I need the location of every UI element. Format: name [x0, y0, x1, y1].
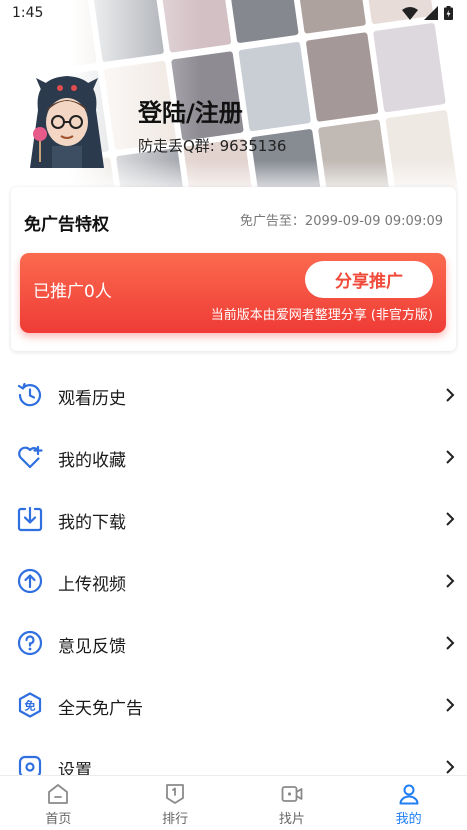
signal-icon: [424, 6, 438, 20]
menu-label-no-ads: 全天免广告: [58, 699, 143, 719]
nav-find-video[interactable]: 找片: [234, 776, 351, 830]
promo-note: 当前版本由爱网者整理分享 (非官方版): [210, 308, 433, 323]
promo-count: 已推广0人: [33, 282, 112, 302]
nav-label-find-video: 找片: [278, 812, 305, 827]
login-register-link[interactable]: 登陆/注册: [138, 93, 243, 128]
ad-free-expire: 免广告至：2099-09-09 09:09:09: [239, 214, 443, 229]
home-icon: [48, 784, 69, 804]
menu-item-favorites[interactable]: 我的收藏: [0, 426, 467, 488]
nav-home[interactable]: 首页: [0, 776, 117, 830]
download-icon: [17, 506, 43, 532]
menu-label-downloads: 我的下载: [58, 513, 126, 533]
chevron-right-icon: [446, 512, 455, 526]
chevron-right-icon: [446, 450, 455, 464]
svg-text:免: 免: [25, 699, 36, 713]
menu-item-downloads[interactable]: 我的下载: [0, 488, 467, 550]
chevron-right-icon: [446, 388, 455, 402]
chevron-right-icon: [446, 636, 455, 650]
no-ad-badge-icon: 免: [18, 692, 42, 718]
nav-ranking[interactable]: 排行: [117, 776, 234, 830]
nav-label-home: 首页: [45, 812, 72, 827]
heart-plus-icon: [18, 445, 43, 469]
status-time: 1:45: [12, 5, 44, 21]
status-bar: 1:45: [0, 0, 467, 26]
nav-mine[interactable]: 我的: [350, 776, 467, 830]
battery-icon: [444, 6, 453, 20]
ad-free-title: 免广告特权: [24, 215, 109, 235]
ad-free-card: 免广告特权 免广告至：2099-09-09 09:09:09 已推广0人 分享推…: [11, 187, 456, 351]
menu-label-feedback: 意见反馈: [58, 637, 126, 657]
share-promo-button[interactable]: 分享推广: [305, 261, 433, 298]
menu-item-no-ads[interactable]: 免 全天免广告: [0, 674, 467, 736]
video-search-icon: [281, 786, 303, 802]
wifi-icon: [402, 6, 418, 20]
menu-item-upload[interactable]: 上传视频: [0, 550, 467, 612]
chevron-right-icon: [446, 574, 455, 588]
question-icon: [17, 630, 43, 656]
menu-item-feedback[interactable]: 意见反馈: [0, 612, 467, 674]
menu-list: 观看历史 我的收藏 我的下载 上传视频 意见反馈 免 全天免广告 设置: [0, 364, 467, 798]
bottom-nav: 首页 排行 找片 我的: [0, 775, 467, 830]
qq-group-text: 防走丢Q群: 9635136: [138, 137, 287, 155]
menu-label-upload: 上传视频: [58, 575, 126, 595]
ranking-icon: [166, 784, 185, 804]
chevron-right-icon: [446, 760, 455, 774]
promo-banner: 已推广0人 分享推广 当前版本由爱网者整理分享 (非官方版): [20, 253, 446, 333]
nav-label-ranking: 排行: [162, 812, 189, 827]
menu-label-favorites: 我的收藏: [58, 451, 126, 471]
history-icon: [17, 382, 42, 407]
menu-item-history[interactable]: 观看历史: [0, 364, 467, 426]
chevron-right-icon: [446, 698, 455, 712]
menu-label-history: 观看历史: [58, 389, 126, 409]
user-icon: [399, 784, 419, 805]
nav-label-mine: 我的: [395, 812, 422, 827]
avatar[interactable]: [24, 72, 110, 172]
upload-icon: [17, 568, 43, 594]
